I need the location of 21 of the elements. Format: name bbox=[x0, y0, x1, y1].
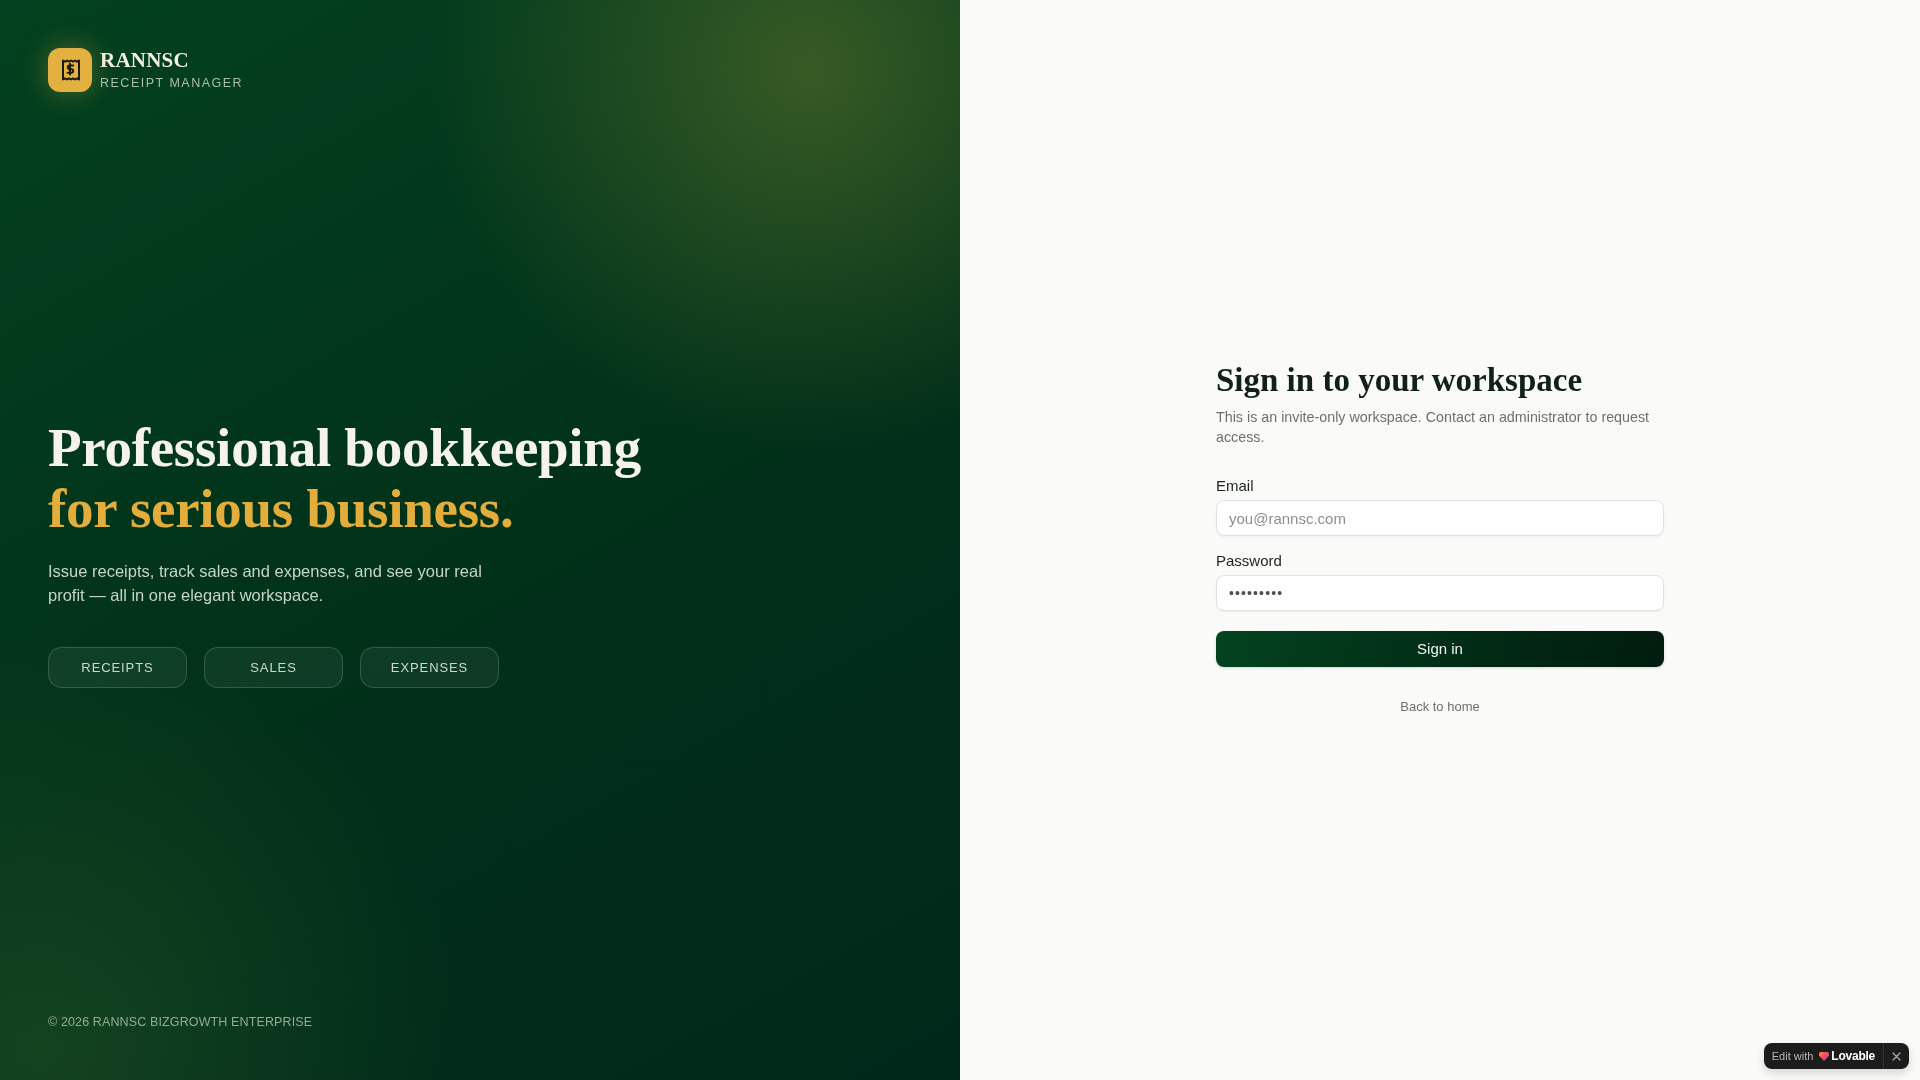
password-field[interactable]: ••••••••• bbox=[1216, 575, 1664, 612]
headline-accent: for serious business. bbox=[48, 478, 515, 540]
sign-in-button[interactable]: Sign in bbox=[1216, 631, 1664, 668]
copyright-text: © 2026 RANNSC BIZGROWTH ENTERPRISE bbox=[48, 1014, 314, 1032]
feature-tag: RECEIPTS bbox=[48, 647, 187, 689]
feature-tag: EXPENSES bbox=[360, 647, 499, 689]
field-label: Email bbox=[1216, 477, 1255, 496]
hero-description: Issue receipts, track sales and expenses, and see your real profit — all in one elegant workspace. bbox=[48, 561, 483, 607]
brand-name: RANNSC bbox=[100, 48, 190, 72]
receipt-icon bbox=[48, 48, 92, 92]
email-field[interactable]: you@rannsc.com bbox=[1216, 500, 1664, 537]
back-to-home-link[interactable]: Back to home bbox=[1400, 699, 1480, 715]
feature-tag: SALES bbox=[204, 647, 343, 689]
edit-with-link[interactable]: Edit with Lovable bbox=[1763, 1043, 1883, 1069]
brand-tagline: RECEIPT MANAGER bbox=[100, 74, 244, 92]
field-label: Password bbox=[1216, 552, 1283, 571]
sign-in-subtitle: This is an invite-only workspace. Contact an administrator to request access. bbox=[1216, 408, 1651, 448]
close-icon bbox=[1892, 1051, 1901, 1061]
heart-icon bbox=[1819, 1051, 1830, 1061]
sign-in-title: Sign in to your workspace bbox=[1216, 361, 1584, 400]
headline: Professional bookkeeping bbox=[48, 417, 642, 479]
